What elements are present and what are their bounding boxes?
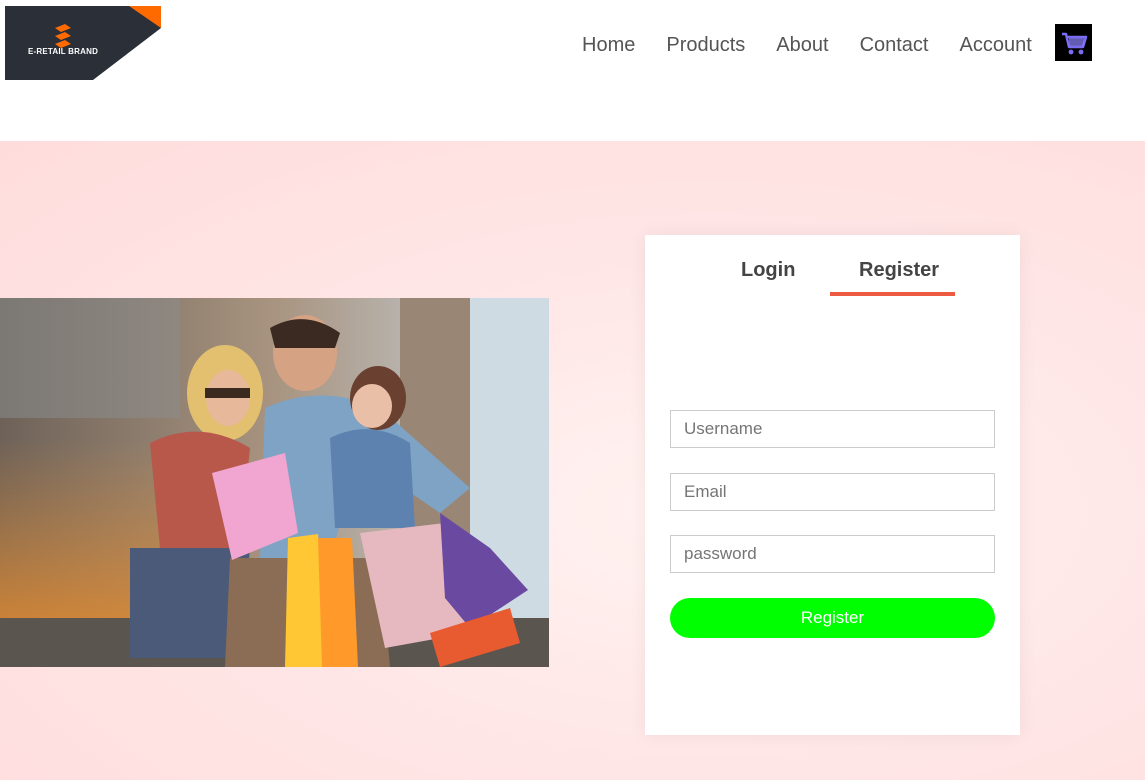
register-section: Login Register Register (0, 141, 1145, 780)
register-form-card: Login Register Register (645, 235, 1020, 735)
nav-products[interactable]: Products (666, 33, 745, 57)
register-button[interactable]: Register (670, 598, 995, 638)
main-nav: Home Products About Contact Account (582, 33, 1063, 57)
logo-corner-accent (129, 6, 161, 28)
nav-account[interactable]: Account (960, 33, 1032, 57)
nav-home[interactable]: Home (582, 33, 635, 57)
logo-text: E-RETAIL BRAND (28, 47, 99, 56)
logo-cut (93, 28, 161, 80)
tab-register[interactable]: Register (859, 259, 939, 282)
family-shopping-photo (0, 298, 549, 667)
tab-login[interactable]: Login (741, 259, 795, 282)
brand-logo[interactable]: E-RETAIL BRAND (5, 6, 161, 80)
email-input[interactable] (670, 473, 995, 511)
nav-about[interactable]: About (776, 33, 828, 57)
site-header: E-RETAIL BRAND Home Products About Conta… (0, 0, 1145, 141)
nav-contact[interactable]: Contact (860, 33, 929, 57)
active-tab-indicator (830, 292, 955, 296)
hero-image (0, 298, 549, 667)
username-input[interactable] (670, 410, 995, 448)
shopping-cart-icon (1061, 32, 1087, 54)
cart-button[interactable] (1055, 24, 1092, 61)
password-input[interactable] (670, 535, 995, 573)
